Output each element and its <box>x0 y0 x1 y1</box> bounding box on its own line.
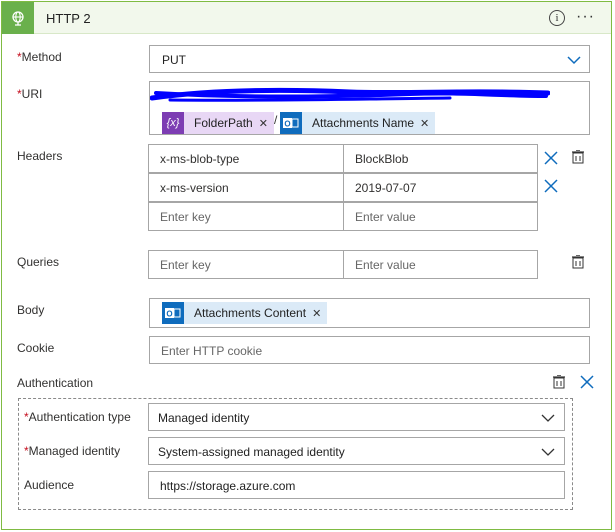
outlook-icon: O <box>162 302 184 324</box>
authentication-type-label: *Authentication type <box>24 410 131 424</box>
audience-input[interactable]: https://storage.azure.com <box>148 471 565 499</box>
value-placeholder: Enter value <box>355 258 416 272</box>
authentication-type-label-text: Authentication type <box>28 410 131 424</box>
managed-identity-label-text: Managed identity <box>28 444 121 458</box>
authentication-type-select[interactable]: Managed identity <box>148 403 565 431</box>
outlook-icon: O <box>280 112 302 134</box>
uri-input[interactable]: {x} FolderPath ✕ / O Attachments Name ✕ <box>149 81 590 135</box>
header-value-value: BlockBlob <box>355 152 409 166</box>
audience-value: https://storage.azure.com <box>160 479 296 493</box>
info-icon[interactable]: i <box>549 10 565 26</box>
chevron-down-icon <box>567 56 581 65</box>
cookie-placeholder: Enter HTTP cookie <box>161 344 263 358</box>
uri-label-text: URI <box>21 87 43 101</box>
remove-parameter-icon[interactable] <box>580 375 594 389</box>
key-placeholder: Enter key <box>160 210 211 224</box>
method-label: *Method <box>17 50 62 64</box>
body-input[interactable]: O Attachments Content ✕ <box>149 298 590 328</box>
queries-label: Queries <box>17 255 60 269</box>
query-value-field[interactable]: Enter value <box>343 250 538 279</box>
header-value-value: 2019-07-07 <box>355 181 417 195</box>
switch-to-text-mode-icon[interactable] <box>571 255 585 269</box>
header-key-value: x-ms-blob-type <box>160 152 240 166</box>
card-header[interactable]: HTTP 2 i ··· <box>2 2 611 34</box>
switch-to-text-mode-icon[interactable] <box>571 150 585 164</box>
headers-label: Headers <box>17 149 63 163</box>
remove-token-icon[interactable]: ✕ <box>259 117 274 130</box>
more-options-icon[interactable]: ··· <box>576 8 595 26</box>
token-label: Attachments Name <box>312 116 415 130</box>
header-value-field[interactable]: BlockBlob <box>343 144 538 173</box>
http-action-card: HTTP 2 i ··· *Method PUT *URI {x} Folder… <box>1 1 612 530</box>
delete-row-icon[interactable] <box>544 179 558 193</box>
svg-text:O: O <box>166 310 172 319</box>
header-key-value: x-ms-version <box>160 181 229 195</box>
chevron-down-icon <box>541 448 555 456</box>
switch-to-text-mode-icon[interactable] <box>552 375 566 389</box>
authentication-label: Authentication <box>17 376 94 390</box>
header-key-field[interactable]: x-ms-version <box>148 173 344 202</box>
method-select[interactable]: PUT <box>149 45 590 73</box>
token-label: Attachments Content <box>194 306 307 320</box>
value-placeholder: Enter value <box>355 210 416 224</box>
managed-identity-label: *Managed identity <box>24 444 120 458</box>
audience-label: Audience <box>24 478 75 492</box>
globe-icon <box>2 2 34 34</box>
redacted-url-scribble <box>150 87 550 102</box>
body-token-attachments-content[interactable]: O Attachments Content ✕ <box>162 302 328 324</box>
uri-label: *URI <box>17 87 42 101</box>
remove-token-icon[interactable]: ✕ <box>312 307 327 320</box>
managed-identity-value: System-assigned managed identity <box>158 445 345 459</box>
cookie-label: Cookie <box>17 341 55 355</box>
query-key-field[interactable]: Enter key <box>148 250 344 279</box>
authentication-group: *Authentication type Managed identity *M… <box>18 398 573 510</box>
token-label: FolderPath <box>194 116 253 130</box>
chevron-down-icon <box>541 414 555 422</box>
method-label-text: Method <box>21 50 62 64</box>
variable-icon: {x} <box>162 112 184 134</box>
key-placeholder: Enter key <box>160 258 211 272</box>
remove-token-icon[interactable]: ✕ <box>420 117 435 130</box>
svg-text:O: O <box>284 120 290 129</box>
uri-token-folderpath[interactable]: {x} FolderPath ✕ <box>162 112 274 134</box>
method-value: PUT <box>162 53 186 67</box>
header-key-field[interactable]: x-ms-blob-type <box>148 144 344 173</box>
authentication-type-value: Managed identity <box>158 411 250 425</box>
header-key-field[interactable]: Enter key <box>148 202 344 231</box>
header-value-field[interactable]: Enter value <box>343 202 538 231</box>
uri-separator: / <box>274 113 278 127</box>
delete-row-icon[interactable] <box>544 151 558 165</box>
header-value-field[interactable]: 2019-07-07 <box>343 173 538 202</box>
cookie-input[interactable]: Enter HTTP cookie <box>149 336 590 364</box>
card-title: HTTP 2 <box>46 11 91 26</box>
uri-token-attachments-name[interactable]: O Attachments Name ✕ <box>280 112 436 134</box>
managed-identity-select[interactable]: System-assigned managed identity <box>148 437 565 465</box>
body-label: Body <box>17 303 45 317</box>
